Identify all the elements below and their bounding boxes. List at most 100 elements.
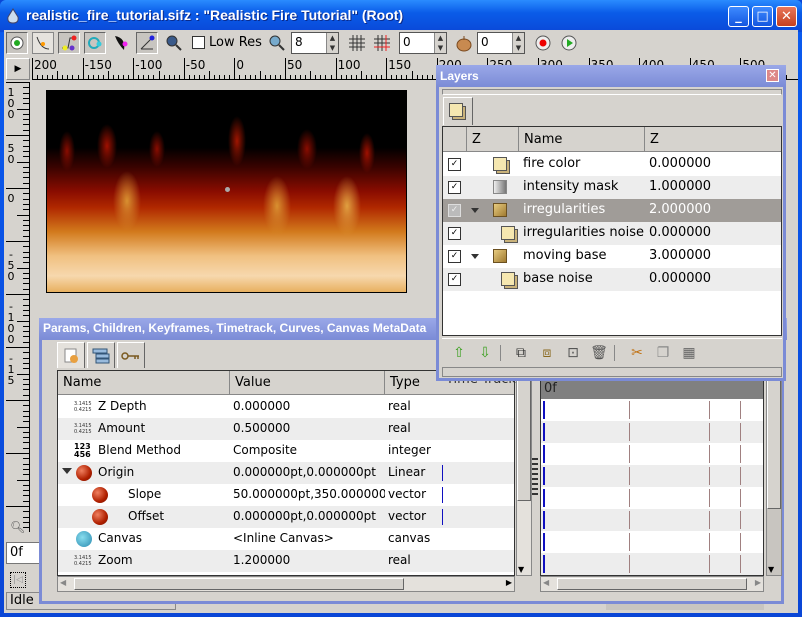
layers-close-button[interactable]: ✕: [766, 69, 779, 82]
raise-layer-icon[interactable]: ⇧: [450, 344, 468, 362]
zoom-icon[interactable]: [165, 34, 183, 52]
layer-active-checkbox[interactable]: ✓: [448, 273, 461, 286]
param-value[interactable]: 50.000000pt,350.000000pt: [233, 487, 385, 501]
spin-arrows[interactable]: ▲ ▼: [326, 33, 338, 53]
paste-icon[interactable]: ▦: [680, 344, 698, 362]
vertex-tool-button[interactable]: [58, 32, 80, 54]
param-value[interactable]: 1.200000: [233, 553, 385, 567]
delete-layer-icon[interactable]: 🗑: [590, 344, 608, 362]
spin-arrows[interactable]: ▲ ▼: [434, 33, 446, 53]
canvas-workarea[interactable]: [32, 82, 442, 322]
timetrack-row[interactable]: [541, 553, 763, 575]
param-row[interactable]: 3.1415 0.4215 Amount 0.500000 real: [58, 418, 514, 440]
layer-name[interactable]: base noise: [523, 271, 593, 286]
param-row[interactable]: Offset 0.000000pt,0.000000pt vector: [58, 506, 514, 528]
seek-begin-icon[interactable]: |◁: [10, 572, 26, 588]
show-grid-icon[interactable]: [349, 35, 365, 51]
tab-children[interactable]: [87, 342, 115, 368]
timetrack-row[interactable]: [541, 421, 763, 443]
scroll-down-arrow[interactable]: ▼: [768, 565, 774, 574]
timetrack-row[interactable]: [541, 487, 763, 509]
record-icon[interactable]: [534, 34, 552, 52]
timetrack-horizontal-scrollbar[interactable]: ◀ ▶: [540, 576, 764, 592]
param-value[interactable]: 0.000000pt,0.000000pt: [233, 509, 385, 523]
layer-active-checkbox[interactable]: ✓: [448, 250, 461, 263]
scroll-thumb[interactable]: [74, 578, 404, 590]
layer-name[interactable]: fire color: [523, 156, 580, 171]
pane-splitter[interactable]: [532, 458, 538, 498]
scroll-thumb[interactable]: [517, 371, 531, 501]
layer-active-checkbox[interactable]: ✓: [448, 158, 461, 171]
param-row[interactable]: 123 456 Blend Method Composite integer: [58, 440, 514, 462]
layer-row[interactable]: ✓ irregularities 2.000000: [443, 199, 781, 222]
column-header-toggle[interactable]: [443, 127, 467, 152]
layer-active-checkbox[interactable]: ✓: [448, 204, 461, 217]
layer-name[interactable]: moving base: [523, 248, 607, 263]
scroll-down-arrow[interactable]: ▼: [518, 565, 524, 574]
transform-tool-button[interactable]: [136, 32, 158, 54]
tab-params[interactable]: [57, 342, 85, 368]
timetrack-time-header[interactable]: 0f: [541, 379, 763, 399]
param-value[interactable]: Composite: [233, 443, 385, 457]
column-header-z-icon[interactable]: Z: [467, 127, 519, 152]
layer-name[interactable]: irregularities: [523, 202, 605, 217]
layer-name[interactable]: irregularities noise: [523, 225, 644, 240]
render-toggle-button[interactable]: [6, 32, 28, 54]
timetrack-row[interactable]: [541, 509, 763, 531]
param-row[interactable]: Slope 50.000000pt,350.000000pt vector: [58, 484, 514, 506]
scroll-thumb[interactable]: [557, 578, 747, 590]
column-header-value[interactable]: Value: [230, 371, 385, 395]
layers-panel-title[interactable]: Layers: [436, 65, 786, 87]
minimize-button[interactable]: _: [728, 6, 749, 27]
circle-tool-button[interactable]: [84, 32, 106, 54]
cut-icon[interactable]: ✂: [628, 344, 646, 362]
future-keyframes-spinner[interactable]: 0 ▲ ▼: [477, 32, 525, 54]
zoom-out-icon[interactable]: 🔍︎: [10, 520, 25, 534]
param-value[interactable]: 0.000000pt,0.000000pt: [233, 465, 385, 479]
lower-layer-icon[interactable]: ⇩: [476, 344, 494, 362]
param-value[interactable]: <Inline Canvas>: [233, 531, 385, 545]
close-button[interactable]: ✕: [776, 6, 797, 27]
layer-row[interactable]: ✓ moving base 3.000000: [443, 245, 781, 268]
scroll-thumb[interactable]: [767, 379, 781, 509]
expander-icon[interactable]: [62, 468, 72, 474]
tab-layers[interactable]: [443, 97, 473, 125]
current-frame-field[interactable]: 0f: [6, 542, 42, 564]
zoom-fit-icon[interactable]: [268, 34, 286, 52]
select-all-children-icon[interactable]: ⊡: [564, 344, 582, 362]
expander-icon[interactable]: [471, 254, 479, 259]
scroll-left-arrow[interactable]: ◀: [543, 578, 549, 587]
timetrack-row[interactable]: [541, 399, 763, 421]
play-icon[interactable]: [560, 34, 578, 52]
layer-name[interactable]: intensity mask: [523, 179, 618, 194]
layer-row[interactable]: ✓ base noise 0.000000: [443, 268, 781, 291]
draw-tool-button[interactable]: [110, 32, 132, 54]
timetrack-area[interactable]: 0f: [540, 378, 764, 576]
layer-row[interactable]: ✓ intensity mask 1.000000: [443, 176, 781, 199]
layer-row[interactable]: ✓ irregularities noise 0.000000: [443, 222, 781, 245]
column-header-name[interactable]: Name: [519, 127, 645, 152]
fire-render-preview[interactable]: [46, 90, 407, 293]
expander-icon[interactable]: [471, 208, 479, 213]
param-row[interactable]: Canvas <Inline Canvas> canvas: [58, 528, 514, 550]
param-row[interactable]: Origin 0.000000pt,0.000000pt Linear: [58, 462, 514, 484]
maximize-button[interactable]: □: [752, 6, 773, 27]
encapsulate-layer-icon[interactable]: ⧈: [538, 344, 556, 362]
timetrack-vertical-scrollbar[interactable]: ▼: [766, 378, 782, 576]
timetrack-row[interactable]: [541, 465, 763, 487]
tab-keyframes[interactable]: [117, 342, 145, 368]
scroll-left-arrow[interactable]: ◀: [60, 578, 66, 587]
bline-tool-button[interactable]: [32, 32, 54, 54]
layer-row[interactable]: ✓ fire color 0.000000: [443, 153, 781, 176]
past-keyframes-spinner[interactable]: 0 ▲ ▼: [399, 32, 447, 54]
param-value[interactable]: 0.500000: [233, 421, 385, 435]
origin-handle[interactable]: [225, 187, 230, 192]
spin-arrows[interactable]: ▲ ▼: [512, 33, 524, 53]
copy-icon[interactable]: ❐: [654, 344, 672, 362]
column-header-name[interactable]: Name: [58, 371, 230, 395]
canvas-menu-button[interactable]: ▶: [6, 58, 30, 80]
param-value[interactable]: 0.000000: [233, 399, 385, 413]
timetrack-row[interactable]: [541, 531, 763, 553]
layer-active-checkbox[interactable]: ✓: [448, 227, 461, 240]
param-row[interactable]: 3.1415 0.4215 Z Depth 0.000000 real: [58, 396, 514, 418]
